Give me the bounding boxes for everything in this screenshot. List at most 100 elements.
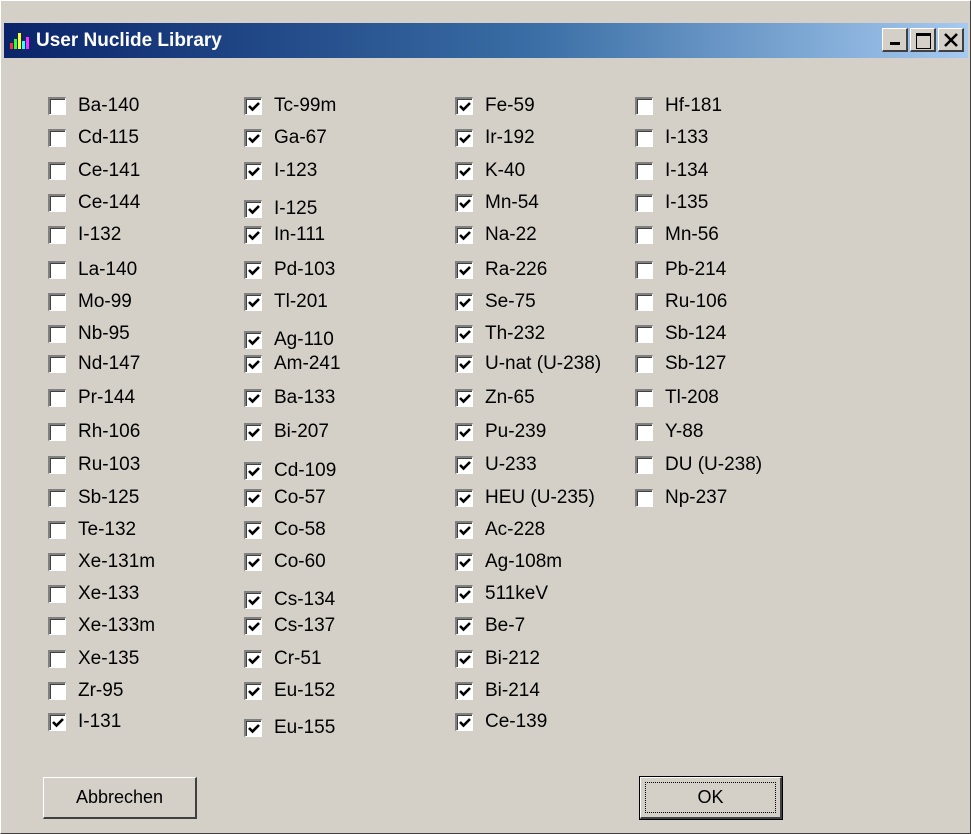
nuclide-checkbox[interactable]: Bi-212 [455, 646, 540, 672]
nuclide-checkbox[interactable]: I-123 [244, 158, 317, 184]
checkbox-unchecked[interactable] [635, 423, 653, 441]
nuclide-checkbox[interactable]: Co-60 [244, 549, 326, 575]
nuclide-checkbox[interactable]: U-nat (U-238) [455, 351, 601, 377]
nuclide-checkbox[interactable]: Cd-109 [244, 458, 336, 484]
checkbox-unchecked[interactable] [48, 162, 66, 180]
checkbox-checked[interactable] [455, 261, 473, 279]
checkbox-checked[interactable] [455, 194, 473, 212]
nuclide-checkbox[interactable]: Ag-110 [244, 327, 334, 353]
nuclide-checkbox[interactable]: Eu-155 [244, 715, 335, 741]
checkbox-unchecked[interactable] [48, 355, 66, 373]
nuclide-checkbox[interactable]: 511keV [455, 581, 548, 607]
checkbox-checked[interactable] [244, 553, 262, 571]
checkbox-checked[interactable] [455, 162, 473, 180]
checkbox-checked[interactable] [455, 585, 473, 603]
checkbox-unchecked[interactable] [635, 456, 653, 474]
nuclide-checkbox[interactable]: Xe-135 [48, 646, 139, 672]
nuclide-checkbox[interactable]: Ga-67 [244, 125, 327, 151]
checkbox-checked[interactable] [455, 293, 473, 311]
checkbox-checked[interactable] [244, 617, 262, 635]
checkbox-checked[interactable] [455, 650, 473, 668]
nuclide-checkbox[interactable]: I-131 [48, 709, 121, 735]
nuclide-checkbox[interactable]: Ce-139 [455, 709, 547, 735]
nuclide-checkbox[interactable]: DU (U-238) [635, 452, 762, 478]
checkbox-unchecked[interactable] [48, 617, 66, 635]
checkbox-unchecked[interactable] [48, 261, 66, 279]
nuclide-checkbox[interactable]: Y-88 [635, 419, 703, 445]
nuclide-checkbox[interactable]: Co-57 [244, 485, 326, 511]
nuclide-checkbox[interactable]: I-135 [635, 190, 708, 216]
checkbox-checked[interactable] [244, 650, 262, 668]
nuclide-checkbox[interactable]: Pb-214 [635, 257, 726, 283]
checkbox-unchecked[interactable] [48, 521, 66, 539]
checkbox-checked[interactable] [244, 293, 262, 311]
nuclide-checkbox[interactable]: Tc-99m [244, 93, 336, 119]
nuclide-checkbox[interactable]: Ru-103 [48, 452, 140, 478]
nuclide-checkbox[interactable]: HEU (U-235) [455, 485, 595, 511]
nuclide-checkbox[interactable]: Nb-95 [48, 321, 130, 347]
nuclide-checkbox[interactable]: Na-22 [455, 222, 537, 248]
nuclide-checkbox[interactable]: Bi-207 [244, 419, 329, 445]
nuclide-checkbox[interactable]: Cs-134 [244, 587, 335, 613]
checkbox-unchecked[interactable] [635, 293, 653, 311]
nuclide-checkbox[interactable]: Sb-127 [635, 351, 726, 377]
nuclide-checkbox[interactable]: Ba-140 [48, 93, 139, 119]
ok-button[interactable]: OK [639, 776, 783, 820]
checkbox-unchecked[interactable] [48, 423, 66, 441]
nuclide-checkbox[interactable]: Xe-133m [48, 613, 155, 639]
nuclide-checkbox[interactable]: Be-7 [455, 613, 525, 639]
nuclide-checkbox[interactable]: K-40 [455, 158, 525, 184]
nuclide-checkbox[interactable]: Rh-106 [48, 419, 140, 445]
checkbox-unchecked[interactable] [635, 194, 653, 212]
nuclide-checkbox[interactable]: Cd-115 [48, 125, 139, 151]
nuclide-checkbox[interactable]: Te-132 [48, 517, 136, 543]
cancel-button[interactable]: Abbrechen [43, 777, 197, 819]
checkbox-checked[interactable] [244, 682, 262, 700]
checkbox-unchecked[interactable] [635, 389, 653, 407]
nuclide-checkbox[interactable]: I-134 [635, 158, 708, 184]
nuclide-checkbox[interactable]: In-111 [244, 222, 325, 248]
checkbox-checked[interactable] [244, 226, 262, 244]
nuclide-checkbox[interactable]: Ra-226 [455, 257, 547, 283]
nuclide-checkbox[interactable]: Tl-201 [244, 289, 328, 315]
maximize-button[interactable] [910, 28, 936, 52]
checkbox-unchecked[interactable] [48, 585, 66, 603]
checkbox-checked[interactable] [455, 553, 473, 571]
checkbox-checked[interactable] [244, 591, 262, 609]
checkbox-unchecked[interactable] [635, 226, 653, 244]
checkbox-checked[interactable] [244, 331, 262, 349]
checkbox-unchecked[interactable] [635, 489, 653, 507]
checkbox-unchecked[interactable] [48, 194, 66, 212]
checkbox-unchecked[interactable] [48, 389, 66, 407]
nuclide-checkbox[interactable]: Ce-141 [48, 158, 140, 184]
checkbox-checked[interactable] [455, 355, 473, 373]
checkbox-unchecked[interactable] [48, 682, 66, 700]
checkbox-checked[interactable] [455, 682, 473, 700]
nuclide-checkbox[interactable]: Th-232 [455, 321, 545, 347]
checkbox-checked[interactable] [455, 521, 473, 539]
checkbox-checked[interactable] [455, 617, 473, 635]
checkbox-unchecked[interactable] [635, 325, 653, 343]
nuclide-checkbox[interactable]: Zn-65 [455, 385, 535, 411]
checkbox-checked[interactable] [244, 719, 262, 737]
checkbox-checked[interactable] [244, 162, 262, 180]
checkbox-checked[interactable] [244, 200, 262, 218]
nuclide-checkbox[interactable]: I-125 [244, 196, 317, 222]
checkbox-checked[interactable] [244, 129, 262, 147]
checkbox-unchecked[interactable] [48, 489, 66, 507]
checkbox-checked[interactable] [455, 226, 473, 244]
checkbox-unchecked[interactable] [48, 553, 66, 571]
checkbox-unchecked[interactable] [48, 97, 66, 115]
nuclide-checkbox[interactable]: Co-58 [244, 517, 326, 543]
nuclide-checkbox[interactable]: Pd-103 [244, 257, 335, 283]
checkbox-checked[interactable] [244, 462, 262, 480]
checkbox-checked[interactable] [48, 713, 66, 731]
nuclide-checkbox[interactable]: Np-237 [635, 485, 727, 511]
nuclide-checkbox[interactable]: I-132 [48, 222, 121, 248]
close-button[interactable] [938, 28, 964, 52]
checkbox-checked[interactable] [244, 521, 262, 539]
checkbox-checked[interactable] [455, 325, 473, 343]
nuclide-checkbox[interactable]: Sb-124 [635, 321, 726, 347]
nuclide-checkbox[interactable]: Am-241 [244, 351, 341, 377]
nuclide-checkbox[interactable]: Hf-181 [635, 93, 722, 119]
